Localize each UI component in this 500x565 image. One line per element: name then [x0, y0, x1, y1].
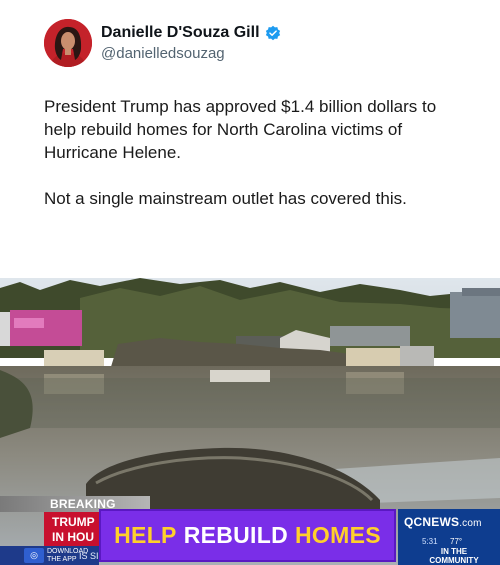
- banner-word-homes: HOMES: [295, 522, 381, 548]
- help-rebuild-homes-banner: HELP REBUILD HOMES: [99, 509, 396, 562]
- author-display-name[interactable]: Danielle D'Souza Gill: [101, 24, 281, 42]
- app-line-2: THE APP: [47, 555, 77, 563]
- tagline-line-2: COMMUNITY: [429, 556, 479, 565]
- ticker-text: IS SI: [79, 550, 99, 561]
- station-temperature: 77°: [450, 537, 463, 546]
- app-icon: ◎: [24, 548, 44, 563]
- story-line-2: IN HOU: [52, 530, 94, 544]
- bottom-ticker: ◎ DOWNLOAD THE APP IS SI: [0, 546, 99, 565]
- avatar-portrait: [44, 19, 92, 67]
- tweet-body: President Trump has approved $1.4 billio…: [44, 95, 464, 210]
- download-app-text: DOWNLOAD THE APP: [47, 547, 89, 564]
- station-logo: QCNEWS.com: [404, 515, 482, 529]
- tagline-line-1: IN THE: [440, 547, 468, 556]
- story-line-1: TRUMP: [52, 515, 95, 529]
- station-time: 5:31: [422, 537, 438, 546]
- banner-word-help: HELP: [114, 522, 177, 548]
- story-headline-box: TRUMP IN HOU: [44, 512, 104, 548]
- tweet-card: Danielle D'Souza Gill @danielledsouzag P…: [0, 0, 500, 278]
- banner-word-rebuild: REBUILD: [183, 522, 289, 548]
- station-tagline: IN THE COMMUNITY: [412, 547, 496, 565]
- verified-badge-icon: [265, 25, 280, 41]
- station-suffix: .com: [459, 518, 482, 529]
- tweet-paragraph: President Trump has approved $1.4 billio…: [44, 97, 437, 162]
- author-handle[interactable]: @danielledsouzag: [101, 45, 225, 62]
- author-avatar[interactable]: [44, 19, 92, 67]
- station-bug: QCNEWS.com 5:31 77° IN THE COMMUNITY: [398, 509, 500, 565]
- station-name: QCNEWS: [404, 515, 460, 529]
- author-name-text[interactable]: Danielle D'Souza Gill: [101, 24, 260, 42]
- app-line-1: DOWNLOAD: [47, 547, 89, 555]
- tweet-paragraph: Not a single mainstream outlet has cover…: [44, 189, 407, 208]
